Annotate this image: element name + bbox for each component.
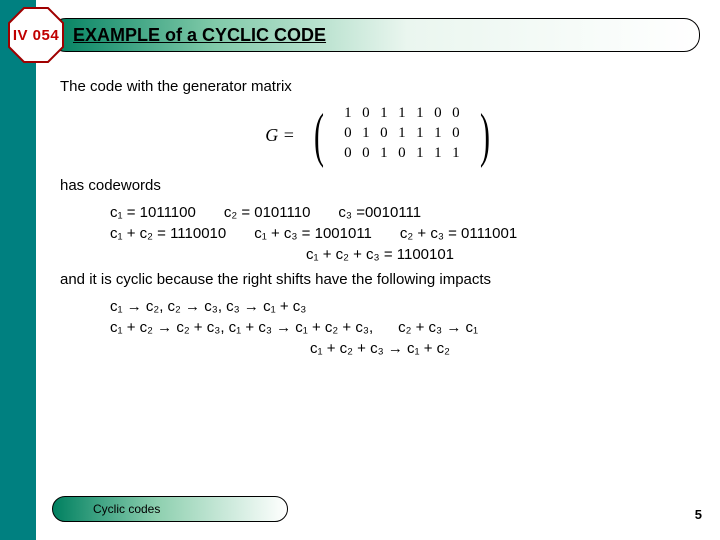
matrix-cell: 1 <box>339 105 357 125</box>
codewords-row-2: c₁ + c₂ = 1110010 c₁ + c₃ = 1001011 c₂ +… <box>110 225 700 242</box>
matrix-cell: 0 <box>393 145 411 165</box>
matrix-grid: 1 0 1 1 1 0 0 0 1 0 1 1 1 0 0 0 1 0 1 1 <box>339 105 465 165</box>
badge-label: IV 054 <box>13 27 59 44</box>
shifts-block: c₁ → c₂, c₂ → c₃, c₃ → c₁ + c₃ c₁ + c₂ →… <box>110 298 700 336</box>
codeword-c1c3: c₁ + c₃ = 1001011 <box>254 225 372 242</box>
codewords-row-3: c₁ + c₂ + c₃ = 1100101 <box>60 246 700 263</box>
footer-label: Cyclic codes <box>93 502 160 516</box>
shifts-row-3: c₁ + c₂ + c₃ → c₁ + c₂ <box>60 340 700 357</box>
matrix-label: G = <box>265 125 295 146</box>
right-paren-icon: ) <box>480 105 490 165</box>
matrix-cell: 1 <box>393 125 411 145</box>
matrix-cell: 1 <box>375 145 393 165</box>
matrix-cell: 1 <box>375 105 393 125</box>
matrix-cell: 1 <box>447 145 465 165</box>
slide-title: EXAMPLE of a CYCLIC CODE <box>73 25 326 46</box>
codeword-c2: c₂ = 0101110 <box>224 204 311 221</box>
title-band: EXAMPLE of a CYCLIC CODE <box>50 18 700 52</box>
has-codewords-text: has codewords <box>60 177 700 194</box>
codewords-block: c₁ = 1011100 c₂ = 0101110 c₃ =0010111 c₁… <box>110 204 700 242</box>
matrix-cell: 1 <box>357 125 375 145</box>
cyclic-text: and it is cyclic because the right shift… <box>60 271 700 288</box>
matrix-cell: 0 <box>447 105 465 125</box>
shifts-row-2: c₁ + c₂ → c₂ + c₃, c₁ + c₃ → c₁ + c₂ + c… <box>110 319 700 336</box>
intro-text: The code with the generator matrix <box>60 78 700 95</box>
matrix-cell: 1 <box>411 125 429 145</box>
slide-badge: IV 054 <box>7 6 65 64</box>
page-number: 5 <box>695 507 702 522</box>
codewords-row-1: c₁ = 1011100 c₂ = 0101110 c₃ =0010111 <box>110 204 700 221</box>
matrix-cell: 0 <box>357 145 375 165</box>
matrix-cell: 1 <box>411 105 429 125</box>
matrix-cell: 1 <box>411 145 429 165</box>
left-paren-icon: ( <box>314 105 324 165</box>
matrix-cell: 0 <box>375 125 393 145</box>
footer-band: Cyclic codes <box>52 496 288 522</box>
slide-content: The code with the generator matrix G = (… <box>60 70 700 361</box>
generator-matrix: G = ( 1 0 1 1 1 0 0 0 1 0 1 1 1 0 0 0 1 … <box>60 105 700 165</box>
codeword-c3: c₃ =0010111 <box>338 204 421 221</box>
codeword-c1c2: c₁ + c₂ = 1110010 <box>110 225 226 242</box>
matrix-cell: 0 <box>429 105 447 125</box>
shifts-row-2b: c₂ + c₃ → c₁ <box>398 319 478 336</box>
matrix-cell: 1 <box>429 125 447 145</box>
matrix-cell: 0 <box>339 145 357 165</box>
codeword-c2c3: c₂ + c₃ = 0111001 <box>400 225 517 242</box>
shifts-row-1: c₁ → c₂, c₂ → c₃, c₃ → c₁ + c₃ <box>110 298 700 315</box>
matrix-cell: 1 <box>429 145 447 165</box>
shifts-row-2a: c₁ + c₂ → c₂ + c₃, c₁ + c₃ → c₁ + c₂ + c… <box>110 319 373 336</box>
codeword-c1: c₁ = 1011100 <box>110 204 196 221</box>
left-accent-bar <box>0 0 36 540</box>
matrix-cell: 0 <box>339 125 357 145</box>
matrix-cell: 0 <box>447 125 465 145</box>
matrix-cell: 1 <box>393 105 411 125</box>
matrix-cell: 0 <box>357 105 375 125</box>
